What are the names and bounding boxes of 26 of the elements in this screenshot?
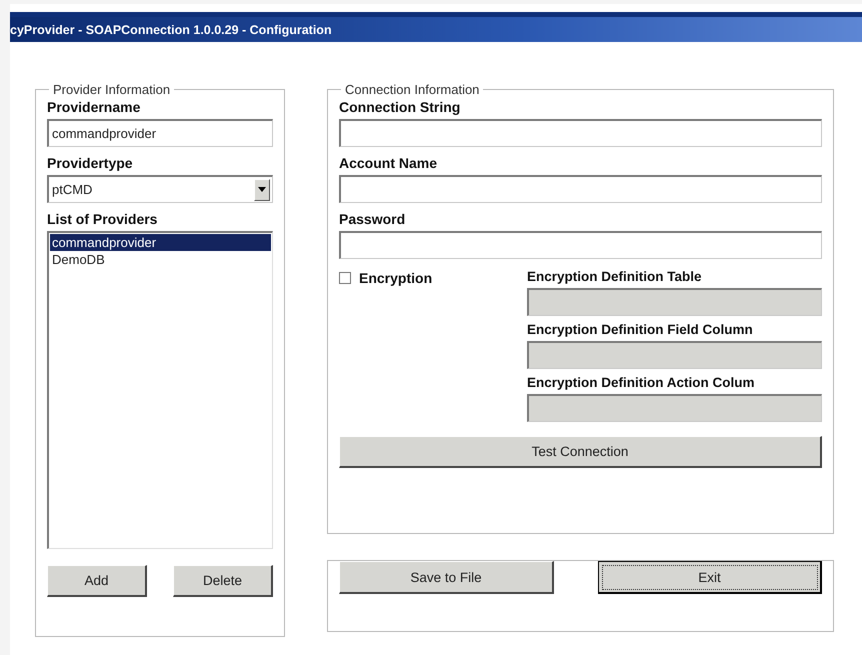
field-label: Encryption Definition Field Column [527,322,754,337]
group-title: Provider Information [52,82,172,97]
button[interactable]: Add [47,565,147,597]
window-title: cyProvider - SOAPConnection 1.0.0.29 - Configuration [10,22,332,36]
checkbox[interactable] [339,272,351,284]
field-label: Password [339,211,406,227]
dropdown[interactable]: ptCMD [47,175,273,203]
group-title: Connection Information [344,82,480,97]
field-label: Encryption Definition Action Colum [527,375,756,390]
button[interactable]: Delete [173,565,273,597]
list-item[interactable]: commandprovider [50,234,271,251]
field-label: Providername [47,99,142,115]
list-item[interactable]: DemoDB [50,251,271,268]
input-field[interactable] [339,119,822,147]
button[interactable]: Exit [598,561,822,594]
input-field[interactable] [339,175,822,203]
field-label: List of Providers [47,211,158,227]
input-field[interactable]: commandprovider [47,119,273,147]
field-label: Providertype [47,155,134,171]
button[interactable]: Save to File [339,561,554,594]
field-label: Account Name [339,155,438,171]
test-connection-button[interactable]: Test Connection [339,436,822,468]
field-label: Encryption Definition Table [527,269,703,284]
field-label: Connection String [339,99,462,115]
checkbox-label: Encryption [359,270,432,286]
input-field[interactable] [339,231,822,259]
